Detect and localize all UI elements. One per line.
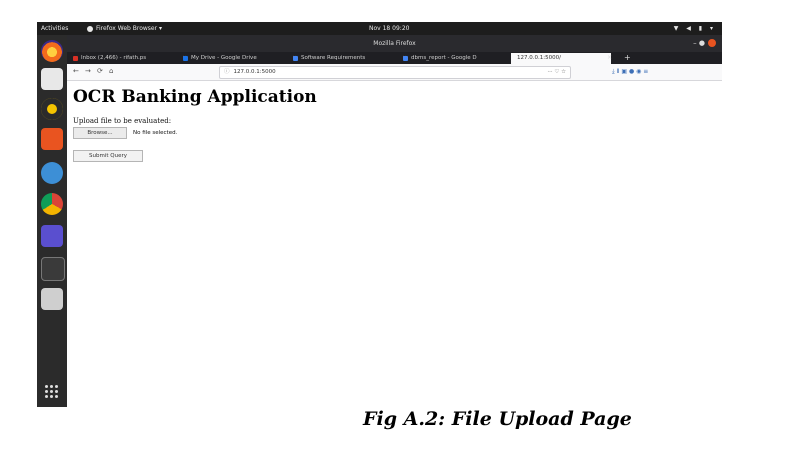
page-content: OCR Banking Application Upload file to b… [67,81,722,162]
url-text: 127.0.0.1:5000 [233,69,276,75]
home-icon[interactable]: ⌂ [109,67,113,75]
new-tab-button[interactable]: + [624,52,631,64]
help-icon[interactable] [41,162,63,184]
firefox-window: Mozilla Firefox – ● Inbox (2,466) - rifa… [67,35,722,407]
tab-localhost[interactable]: 127.0.0.1:5000/ [511,53,611,64]
reload-icon[interactable]: ⟳ [97,67,103,75]
window-controls[interactable]: – ● [693,35,716,52]
navigation-toolbar: ← → ⟳ ⌂ ⓘ 127.0.0.1:5000 ··· ♡ ☆ ⤓ Ⅱ ▣ ● … [67,64,722,81]
screenshot-tool-icon[interactable] [41,225,63,247]
browse-button[interactable]: Browse... [73,127,127,139]
app-menu-label: Firefox Web Browser ▾ [96,25,162,32]
tab-software-requirements[interactable]: Software Requirements× [291,53,409,64]
firefox-icon [87,25,93,32]
upload-label: Upload file to be evaluated: [73,117,172,125]
firefox-icon[interactable] [41,40,63,62]
clock[interactable]: Nov 18 09:20 [369,22,409,35]
drive-icon [183,56,188,61]
no-file-status: No file selected. [133,130,178,136]
screenshot: Activities Firefox Web Browser ▾ Nov 18 … [37,22,722,407]
dock [37,35,67,407]
tab-inbox[interactable]: Inbox (2,466) - rifath.ps× [71,53,189,64]
tab-strip: Inbox (2,466) - rifath.ps× My Drive - Go… [67,52,722,64]
forward-icon[interactable]: → [85,67,91,75]
gnome-top-bar: Activities Firefox Web Browser ▾ Nov 18 … [37,22,722,35]
image-viewer-icon[interactable] [41,288,63,310]
toolbar-icons[interactable]: ⤓ Ⅱ ▣ ● ◉ ≡ [612,68,648,76]
back-icon[interactable]: ← [73,67,79,75]
site-info-icon[interactable]: ⓘ [224,69,230,75]
gmail-icon [73,56,78,61]
file-input: Browse... No file selected. [73,127,722,139]
close-tab-icon[interactable]: × [607,52,612,64]
docs-icon [293,56,298,61]
activities-button[interactable]: Activities [41,22,68,35]
submit-query-button[interactable]: Submit Query [73,150,143,162]
url-bar[interactable]: ⓘ 127.0.0.1:5000 ··· ♡ ☆ [219,66,571,79]
tab-dbms-report[interactable]: dbms_report - Google D× [401,53,519,64]
page-title: OCR Banking Application [73,87,317,107]
window-titlebar: Mozilla Firefox – ● [67,35,722,52]
software-center-icon[interactable] [41,128,63,150]
rhythmbox-icon[interactable] [41,98,63,120]
files-icon[interactable] [41,68,63,90]
chrome-icon[interactable] [41,193,63,215]
app-menu[interactable]: Firefox Web Browser ▾ [87,22,162,35]
terminal-icon[interactable] [41,257,65,281]
figure-caption: Fig A.2: File Upload Page [363,408,632,430]
show-applications-icon[interactable] [45,385,59,399]
system-tray[interactable]: ▼ ◀ ▮ ▾ [674,22,716,35]
docs-icon [403,56,408,61]
page-actions[interactable]: ··· ♡ ☆ [547,67,566,78]
tab-drive[interactable]: My Drive - Google Drive× [181,53,299,64]
close-window-icon[interactable] [708,39,716,47]
window-title: Mozilla Firefox [373,40,416,47]
